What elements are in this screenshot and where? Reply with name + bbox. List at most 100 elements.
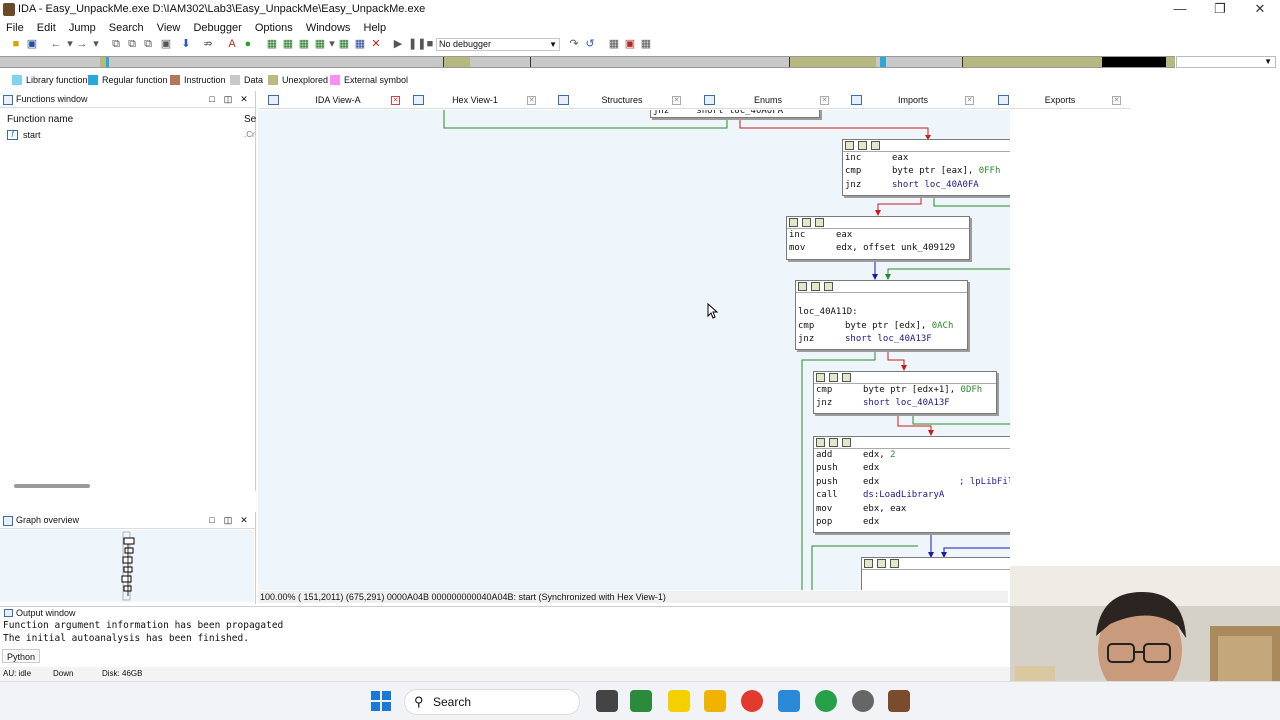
task-view-icon[interactable] [596,690,618,712]
graph-icon[interactable]: ▦ [266,38,278,50]
tab-close-icon[interactable]: ✕ [391,96,400,105]
tab-close-icon[interactable]: ✕ [965,96,974,105]
color-icon[interactable] [845,141,854,150]
color-icon[interactable] [816,438,825,447]
nav-dropdown[interactable]: ▼ [1176,56,1276,68]
group-icon[interactable] [871,141,880,150]
step-into-icon[interactable]: ↷ [568,38,580,50]
tab-imports[interactable]: Imports ✕ [851,91,977,109]
open-folder-icon[interactable]: ■ [10,38,22,50]
group-icon[interactable] [815,218,824,227]
taskbar-search[interactable]: ⚲ Search [404,689,580,715]
python-button[interactable]: Python [2,649,40,663]
group-icon[interactable] [824,282,833,291]
close-button[interactable]: ✕ [1240,1,1280,19]
debugger-select[interactable]: No debugger ▼ [436,38,560,51]
tab-ida-view-a[interactable]: IDA View-A ✕ [268,91,400,109]
chrome-profile-icon[interactable] [815,690,837,712]
tab-structures[interactable]: Structures ✕ [558,91,684,109]
pin-icon[interactable]: ◫ [221,91,235,108]
windows-start-icon[interactable] [371,691,391,711]
pause-icon[interactable]: ❚❚ [408,38,426,50]
navigation-band[interactable] [0,56,1175,68]
text-search-icon[interactable]: ⧉ [142,38,154,50]
code-block-partial[interactable]: jnz short loc_40A0FA [650,110,820,118]
next-unexplored-icon[interactable]: ⇏ [202,38,214,50]
menu-file[interactable]: File [2,20,28,36]
restore-button[interactable]: ❐ [1200,1,1240,19]
code-block[interactable]: addedx, 2 pushedx pushedx; lpLibFileName… [813,436,1010,533]
next-code-icon[interactable]: ▣ [160,38,172,50]
menu-view[interactable]: View [153,20,185,36]
stop-icon[interactable]: ■ [424,38,436,50]
breakpoint-icon[interactable]: ▣ [624,38,636,50]
menu-search[interactable]: Search [105,20,148,36]
col-function-name[interactable]: Function name [7,114,73,125]
code-block[interactable]: inc eax mov edx, offset unk_409129 [786,216,970,260]
code-block[interactable]: inc eax cmp byte ptr [eax], 0FFh jnz short … [842,139,1010,196]
file-explorer-icon[interactable] [704,690,726,712]
code-block[interactable]: loc_40A11D: cmp byte ptr [edx], 0ACh jnz s… [795,280,968,350]
edit-icon[interactable] [829,438,838,447]
minimize-button[interactable]: — [1160,1,1200,19]
graph-overview-canvas[interactable] [0,530,254,602]
graph-view[interactable]: jnz short loc_40A0FA inc eax cmp byte ptr … [258,110,1010,590]
code-block[interactable]: cmp byte ptr [edx+1], 0DFh jnz short loc_4… [813,371,997,414]
color-icon[interactable] [864,559,873,568]
edit-icon[interactable] [877,559,886,568]
calculator-icon[interactable] [778,690,800,712]
run-play-icon[interactable]: ▶ [392,38,404,50]
notepad-plus-icon[interactable] [630,690,652,712]
sticky-notes-icon[interactable] [668,690,690,712]
edit-icon[interactable] [811,282,820,291]
edit-icon[interactable] [802,218,811,227]
menu-debugger[interactable]: Debugger [189,20,245,36]
structures-icon[interactable]: ▦ [354,38,366,50]
segments-icon[interactable]: ▦ [608,38,620,50]
binary-icon[interactable]: ⧉ [126,38,138,50]
group-icon[interactable] [890,559,899,568]
menu-help[interactable]: Help [360,20,391,36]
tab-close-icon[interactable]: ✕ [1112,96,1121,105]
menu-jump[interactable]: Jump [65,20,100,36]
call-graph-dropdown-icon[interactable]: ▾ [326,38,338,50]
settings-gear-icon[interactable] [852,690,874,712]
close-icon[interactable]: ✕ [237,512,251,529]
tracing-icon[interactable]: ▦ [640,38,652,50]
float-icon[interactable]: □ [205,512,219,529]
proximity-icon[interactable]: ▦ [338,38,350,50]
jump-down-icon[interactable]: ⬇ [180,38,192,50]
menu-options[interactable]: Options [251,20,297,36]
tab-close-icon[interactable]: ✕ [672,96,681,105]
step-over-icon[interactable]: ↺ [584,38,596,50]
tab-close-icon[interactable]: ✕ [527,96,536,105]
group-icon[interactable] [842,438,851,447]
col-segment[interactable]: Se [244,114,256,125]
ida-taskbar-icon[interactable] [888,690,910,712]
tab-hex-view-1[interactable]: Hex View-1 ✕ [413,91,539,109]
xrefs-icon[interactable]: ▦ [298,38,310,50]
color-icon[interactable] [789,218,798,227]
horizontal-scrollbar[interactable] [14,484,90,488]
chrome-icon[interactable] [741,690,763,712]
copy-icon[interactable]: ⧉ [110,38,122,50]
tab-close-icon[interactable]: ✕ [820,96,829,105]
menu-edit[interactable]: Edit [33,20,60,36]
forward-arrow-icon[interactable]: → [76,38,88,50]
tab-enums[interactable]: Enums ✕ [704,91,830,109]
flow-chart-icon[interactable]: ▦ [282,38,294,50]
close-icon[interactable]: ✕ [237,91,251,108]
run-circle-icon[interactable]: ● [242,38,254,50]
edit-icon[interactable] [829,373,838,382]
back-dropdown-icon[interactable]: ▾ [64,38,76,50]
function-row[interactable]: f start .Cr [0,128,256,142]
text-icon[interactable]: A [226,38,238,50]
save-icon[interactable]: ▣ [26,38,38,50]
color-icon[interactable] [816,373,825,382]
tab-exports[interactable]: Exports ✕ [998,91,1124,109]
pin-icon[interactable]: ◫ [221,512,235,529]
menu-windows[interactable]: Windows [302,20,355,36]
color-icon[interactable] [798,282,807,291]
code-block[interactable] [861,557,1010,590]
forward-dropdown-icon[interactable]: ▾ [90,38,102,50]
